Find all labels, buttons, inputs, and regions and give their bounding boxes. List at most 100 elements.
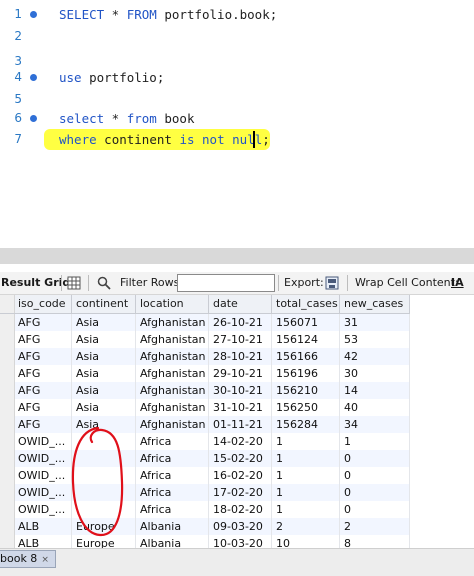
table-cell[interactable]: Africa [136, 450, 209, 467]
grid-layout-icon[interactable] [67, 276, 81, 290]
table-cell[interactable] [72, 467, 136, 484]
table-cell[interactable]: Africa [136, 484, 209, 501]
column-header-iso-code[interactable]: iso_code [14, 295, 72, 313]
table-row[interactable]: OWID_... Africa 15-02-20 1 0 [0, 450, 410, 467]
table-cell[interactable]: 156166 [272, 348, 340, 365]
table-row[interactable]: OWID_... Africa 14-02-20 1 1 [0, 433, 410, 450]
table-cell[interactable] [72, 484, 136, 501]
table-cell[interactable]: 27-10-21 [209, 331, 272, 348]
panel-splitter[interactable] [0, 248, 474, 264]
table-cell[interactable]: AFG [14, 382, 72, 399]
table-cell[interactable]: AFG [14, 416, 72, 433]
table-cell[interactable]: Asia [72, 314, 136, 331]
table-cell[interactable]: 18-02-20 [209, 501, 272, 518]
table-cell[interactable]: ALB [14, 518, 72, 535]
table-cell[interactable]: Asia [72, 365, 136, 382]
editor-line[interactable]: 2 [0, 26, 474, 47]
table-cell[interactable]: 14-02-20 [209, 433, 272, 450]
row-marker[interactable] [0, 348, 15, 365]
column-header-continent[interactable]: continent [72, 295, 136, 313]
table-row[interactable]: AFG Asia Afghanistan 27-10-21 156124 53 [0, 331, 410, 348]
table-cell[interactable]: 40 [340, 399, 410, 416]
table-cell[interactable]: 15-02-20 [209, 450, 272, 467]
column-header-date[interactable]: date [209, 295, 272, 313]
table-cell[interactable]: Afghanistan [136, 365, 209, 382]
table-cell[interactable]: OWID_... [14, 484, 72, 501]
row-marker[interactable] [0, 484, 15, 501]
table-cell[interactable]: 1 [272, 467, 340, 484]
table-cell[interactable]: 0 [340, 501, 410, 518]
table-cell[interactable]: 1 [340, 433, 410, 450]
table-row[interactable]: AFG Asia Afghanistan 30-10-21 156210 14 [0, 382, 410, 399]
table-cell[interactable]: Afghanistan [136, 382, 209, 399]
row-marker[interactable] [0, 399, 15, 416]
table-cell[interactable]: 09-03-20 [209, 518, 272, 535]
sql-editor[interactable]: 1 SELECT * FROM portfolio.book; 2 3 4 use por… [0, 0, 474, 248]
table-cell[interactable]: Asia [72, 331, 136, 348]
table-cell[interactable]: 1 [272, 484, 340, 501]
table-cell[interactable]: 28-10-21 [209, 348, 272, 365]
editor-line[interactable]: 4 use portfolio; [0, 67, 474, 88]
table-cell[interactable]: Africa [136, 433, 209, 450]
table-cell[interactable]: 26-10-21 [209, 314, 272, 331]
row-marker[interactable] [0, 501, 15, 518]
row-marker[interactable] [0, 450, 15, 467]
result-tab-book[interactable]: book 8 × [0, 550, 56, 568]
table-cell[interactable]: 2 [340, 518, 410, 535]
table-cell[interactable]: Asia [72, 399, 136, 416]
row-marker[interactable] [0, 382, 15, 399]
column-header-location[interactable]: location [136, 295, 209, 313]
table-row[interactable]: AFG Asia Afghanistan 26-10-21 156071 31 [0, 314, 410, 331]
table-row[interactable]: OWID_... Africa 16-02-20 1 0 [0, 467, 410, 484]
table-cell[interactable]: 1 [272, 433, 340, 450]
row-marker[interactable] [0, 433, 15, 450]
table-cell[interactable]: 30 [340, 365, 410, 382]
table-cell[interactable]: Europe [72, 518, 136, 535]
table-cell[interactable]: Africa [136, 501, 209, 518]
table-cell[interactable]: 156284 [272, 416, 340, 433]
table-cell[interactable] [72, 501, 136, 518]
table-cell[interactable]: 29-10-21 [209, 365, 272, 382]
column-header-new-cases[interactable]: new_cases [340, 295, 410, 313]
column-header-total-cases[interactable]: total_cases [272, 295, 340, 313]
table-cell[interactable]: 156196 [272, 365, 340, 382]
table-cell[interactable]: OWID_... [14, 450, 72, 467]
table-cell[interactable]: Albania [136, 518, 209, 535]
table-row[interactable]: AFG Asia Afghanistan 29-10-21 156196 30 [0, 365, 410, 382]
table-row[interactable]: OWID_... Africa 18-02-20 1 0 [0, 501, 410, 518]
table-cell[interactable]: Afghanistan [136, 314, 209, 331]
table-cell[interactable]: OWID_... [14, 467, 72, 484]
table-cell[interactable]: 53 [340, 331, 410, 348]
table-cell[interactable]: 14 [340, 382, 410, 399]
table-cell[interactable]: 1 [272, 450, 340, 467]
table-row[interactable]: ALB Europe Albania 09-03-20 2 2 [0, 518, 410, 535]
editor-line[interactable]: 1 SELECT * FROM portfolio.book; [0, 4, 474, 25]
wrap-cell-content-icon[interactable]: IA [451, 276, 464, 289]
table-cell[interactable]: AFG [14, 399, 72, 416]
table-cell[interactable]: 16-02-20 [209, 467, 272, 484]
table-cell[interactable]: AFG [14, 365, 72, 382]
editor-line[interactable]: 5 [0, 89, 474, 110]
table-cell[interactable]: 01-11-21 [209, 416, 272, 433]
editor-line[interactable]: 7 where continent is not null; [0, 129, 474, 150]
table-cell[interactable]: AFG [14, 348, 72, 365]
close-icon[interactable]: × [41, 552, 49, 568]
table-cell[interactable]: 0 [340, 484, 410, 501]
row-marker[interactable] [0, 365, 15, 382]
table-cell[interactable]: Africa [136, 467, 209, 484]
table-cell[interactable]: OWID_... [14, 501, 72, 518]
table-cell[interactable]: 30-10-21 [209, 382, 272, 399]
table-cell[interactable]: Asia [72, 348, 136, 365]
table-cell[interactable]: 17-02-20 [209, 484, 272, 501]
table-cell[interactable]: 156210 [272, 382, 340, 399]
table-cell[interactable]: 156250 [272, 399, 340, 416]
table-cell[interactable]: AFG [14, 314, 72, 331]
table-cell[interactable]: 31 [340, 314, 410, 331]
editor-line[interactable]: 6 select * from book [0, 108, 474, 129]
table-row[interactable]: AFG Asia Afghanistan 28-10-21 156166 42 [0, 348, 410, 365]
row-marker[interactable] [0, 467, 15, 484]
filter-rows-input[interactable] [177, 274, 275, 292]
table-cell[interactable]: 31-10-21 [209, 399, 272, 416]
table-cell[interactable]: Afghanistan [136, 416, 209, 433]
table-cell[interactable]: Afghanistan [136, 331, 209, 348]
